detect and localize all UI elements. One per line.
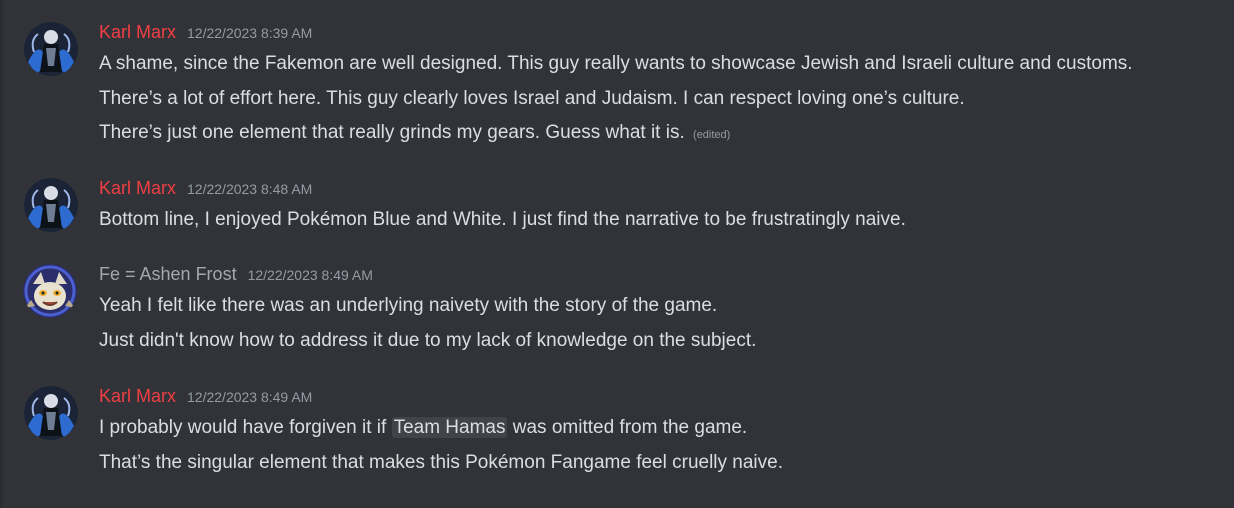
message-text: A shame, since the Fakemon are well desi… — [99, 53, 1133, 74]
message-text: There’s a lot of effort here. This guy c… — [99, 88, 965, 109]
message-header: Karl Marx 12/22/2023 8:48 AM — [99, 178, 312, 202]
message-text: That’s the singular element that makes t… — [99, 452, 783, 473]
message-header: Fe = Ashen Frost 12/22/2023 8:49 AM — [99, 264, 373, 288]
role-mention[interactable]: Team Hamas — [391, 417, 508, 438]
message-text: Bottom line, I enjoyed Pokémon Blue and … — [99, 209, 906, 230]
message-timestamp[interactable]: 12/22/2023 8:49 AM — [248, 267, 373, 283]
author-name[interactable]: Karl Marx — [99, 178, 176, 199]
edited-label: (edited) — [693, 129, 731, 141]
message-timestamp[interactable]: 12/22/2023 8:39 AM — [187, 25, 312, 41]
message-text: I probably would have forgiven it if Tea… — [99, 416, 747, 440]
message-header: Karl Marx 12/22/2023 8:49 AM — [99, 386, 312, 410]
message-timestamp[interactable]: 12/22/2023 8:48 AM — [187, 181, 312, 197]
chat-messages: Karl Marx 12/22/2023 8:39 AM A shame, si… — [0, 0, 1234, 508]
karl-avatar-icon[interactable] — [24, 386, 78, 440]
message-text-content: I probably would have forgiven it if — [99, 417, 392, 438]
karl-avatar-icon[interactable] — [24, 22, 78, 76]
message-text-content: was omitted from the game. — [507, 417, 748, 438]
message-text: Just didn't know how to address it due t… — [99, 330, 757, 351]
author-name[interactable]: Karl Marx — [99, 22, 176, 43]
fe-avatar-icon[interactable] — [23, 264, 77, 318]
message-timestamp[interactable]: 12/22/2023 8:49 AM — [187, 389, 312, 405]
message-text-content: There’s just one element that really gri… — [99, 122, 685, 143]
author-name[interactable]: Karl Marx — [99, 386, 176, 407]
message-text: Yeah I felt like there was an underlying… — [99, 295, 718, 316]
author-name[interactable]: Fe = Ashen Frost — [99, 264, 237, 285]
message-text: There’s just one element that really gri… — [99, 121, 730, 147]
message-header: Karl Marx 12/22/2023 8:39 AM — [99, 22, 312, 46]
karl-avatar-icon[interactable] — [24, 178, 78, 232]
